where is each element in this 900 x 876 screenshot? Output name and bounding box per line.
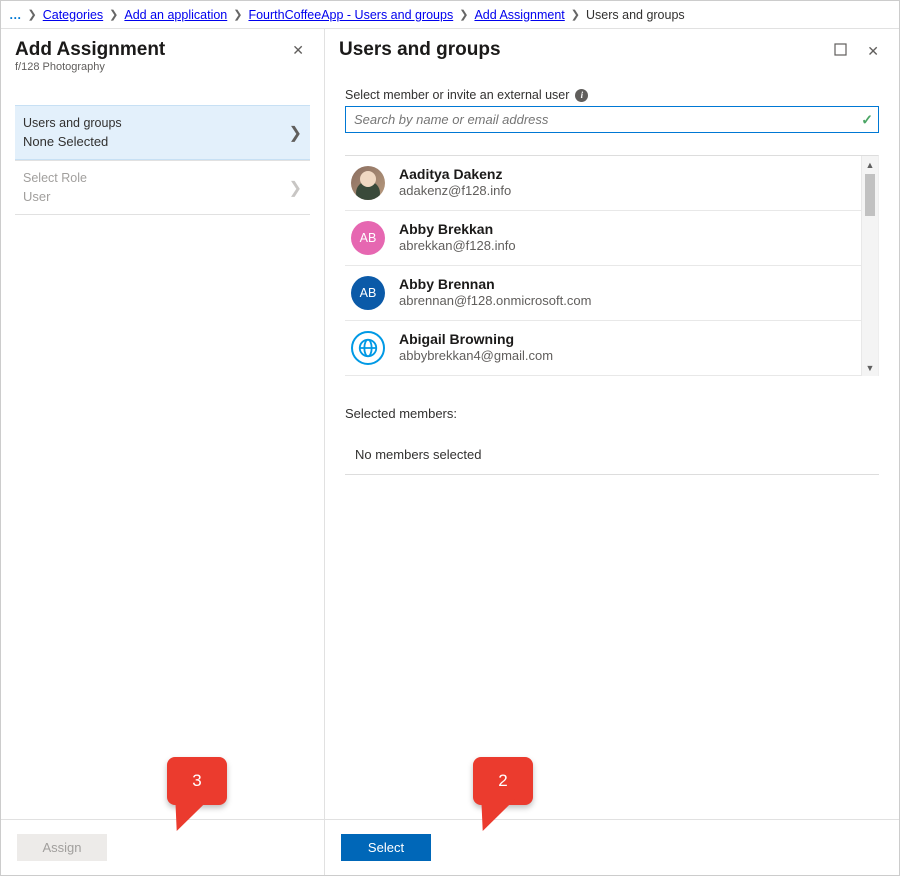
user-email: abrennan@f128.onmicrosoft.com: [399, 293, 591, 310]
right-pane: Users and groups ✕ Select member or invi…: [325, 29, 899, 875]
annotation-callout-3: 3: [167, 757, 227, 805]
chevron-right-icon: ❯: [109, 8, 118, 21]
breadcrumb-current: Users and groups: [586, 8, 685, 22]
breadcrumb-link[interactable]: Add Assignment: [474, 8, 564, 22]
step-users-and-groups[interactable]: Users and groups None Selected ❯: [15, 105, 310, 160]
step-label: Select Role: [23, 171, 87, 185]
close-icon[interactable]: ✕: [863, 40, 883, 62]
breadcrumb-link[interactable]: FourthCoffeeApp - Users and groups: [248, 8, 453, 22]
user-row[interactable]: Abigail Browningabbybrekkan4@gmail.com: [345, 321, 878, 376]
avatar: [351, 166, 385, 200]
user-name: Abigail Browning: [399, 331, 553, 348]
step-label: Users and groups: [23, 116, 122, 130]
user-name: Aaditya Dakenz: [399, 166, 511, 183]
selected-members-box: No members selected: [345, 435, 879, 475]
breadcrumb-link[interactable]: Add an application: [124, 8, 227, 22]
step-value: None Selected: [23, 134, 122, 149]
avatar: [351, 331, 385, 365]
chevron-right-icon: ❯: [289, 178, 302, 198]
checkmark-icon: ✓: [861, 111, 873, 128]
user-row[interactable]: AB Abby Brekkanabrekkan@f128.info: [345, 211, 878, 266]
scroll-up-icon[interactable]: ▲: [862, 156, 878, 173]
scrollbar[interactable]: ▲ ▼: [861, 156, 878, 376]
scroll-thumb[interactable]: [865, 174, 875, 216]
user-name: Abby Brekkan: [399, 221, 516, 238]
globe-icon: [357, 337, 379, 359]
user-list[interactable]: Aaditya Dakenzadakenz@f128.info AB Abby Br…: [345, 156, 878, 376]
avatar: AB: [351, 276, 385, 310]
chevron-right-icon: ❯: [233, 8, 242, 21]
step-value: User: [23, 189, 87, 204]
right-title: Users and groups: [339, 39, 501, 61]
search-input[interactable]: [345, 106, 879, 133]
chevron-right-icon: ❯: [571, 8, 580, 21]
callout-label: 3: [192, 771, 201, 790]
user-name: Abby Brennan: [399, 276, 591, 293]
annotation-callout-2: 2: [473, 757, 533, 805]
left-pane: Add Assignment f/128 Photography ✕ Users…: [1, 29, 325, 875]
user-email: adakenz@f128.info: [399, 183, 511, 200]
chevron-right-icon: ❯: [459, 8, 468, 21]
left-title: Add Assignment: [15, 39, 165, 61]
user-row[interactable]: AB Abby Brennanabrennan@f128.onmicrosoft.…: [345, 266, 878, 321]
left-subtitle: f/128 Photography: [15, 61, 165, 73]
restore-icon[interactable]: [830, 39, 851, 62]
step-select-role: Select Role User ❯: [15, 160, 310, 215]
selected-members-label: Selected members:: [345, 406, 879, 421]
breadcrumb-link[interactable]: Categories: [43, 8, 103, 22]
breadcrumb: … ❯ Categories ❯ Add an application ❯ Fo…: [1, 1, 899, 29]
chevron-right-icon: ❯: [289, 123, 302, 143]
breadcrumb-ellipsis[interactable]: …: [9, 8, 22, 22]
user-email: abbybrekkan4@gmail.com: [399, 348, 553, 365]
avatar: AB: [351, 221, 385, 255]
user-email: abrekkan@f128.info: [399, 238, 516, 255]
close-icon[interactable]: ✕: [288, 39, 308, 61]
select-button[interactable]: Select: [341, 834, 431, 861]
assign-button: Assign: [17, 834, 107, 861]
chevron-right-icon: ❯: [28, 8, 37, 21]
info-icon[interactable]: i: [575, 89, 588, 102]
user-row[interactable]: Aaditya Dakenzadakenz@f128.info: [345, 156, 878, 211]
search-label: Select member or invite an external user…: [345, 88, 879, 102]
callout-label: 2: [498, 771, 507, 790]
scroll-down-icon[interactable]: ▼: [862, 359, 878, 376]
